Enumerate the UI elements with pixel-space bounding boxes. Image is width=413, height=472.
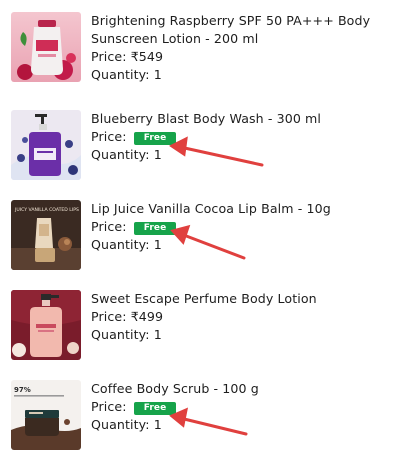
product-image: JUICY VANILLA COATED LIPS — [11, 200, 81, 270]
list-item: 97% Coffee Body Scrub - 100 g Price: Fre… — [11, 380, 406, 452]
price-label: Price: — [91, 49, 127, 64]
quantity-text: Quantity: 1 — [91, 417, 162, 432]
item-details: Coffee Body Scrub - 100 g Price: Free Qu… — [91, 380, 391, 434]
quantity-text: Quantity: 1 — [91, 327, 162, 342]
product-image: 97% — [11, 380, 81, 450]
image-caption: 97% — [14, 386, 31, 394]
order-items-list: Brightening Raspberry SPF 50 PA+++ Body … — [0, 0, 413, 472]
item-details: Lip Juice Vanilla Cocoa Lip Balm - 10g P… — [91, 200, 391, 254]
image-caption: JUICY VANILLA COATED LIPS — [14, 207, 79, 213]
list-item: JUICY VANILLA COATED LIPS Lip Juice Vani… — [11, 200, 406, 272]
price-value: ₹549 — [130, 49, 164, 64]
scrub-jar-icon: 97% — [11, 380, 81, 450]
price-row: Price: ₹549 — [91, 48, 391, 66]
product-name[interactable]: Brightening Raspberry SPF 50 PA+++ Body … — [91, 12, 391, 48]
list-item: Blueberry Blast Body Wash - 300 ml Price… — [11, 110, 406, 182]
product-name[interactable]: Sweet Escape Perfume Body Lotion — [91, 290, 391, 308]
price-value: ₹499 — [130, 309, 164, 324]
item-details: Sweet Escape Perfume Body Lotion Price: … — [91, 290, 391, 344]
price-row: Price: Free — [91, 128, 391, 146]
quantity-text: Quantity: 1 — [91, 67, 162, 82]
list-item: Sweet Escape Perfume Body Lotion Price: … — [11, 290, 406, 362]
sunscreen-bottle-icon — [11, 12, 81, 82]
list-item: Brightening Raspberry SPF 50 PA+++ Body … — [11, 12, 406, 84]
price-row: Price: Free — [91, 218, 391, 236]
item-details: Brightening Raspberry SPF 50 PA+++ Body … — [91, 12, 391, 84]
price-row: Price: Free — [91, 398, 391, 416]
free-badge: Free — [133, 402, 177, 415]
product-image — [11, 12, 81, 82]
product-name[interactable]: Blueberry Blast Body Wash - 300 ml — [91, 110, 391, 128]
lotion-pump-bottle-icon — [11, 290, 81, 360]
product-name[interactable]: Coffee Body Scrub - 100 g — [91, 380, 391, 398]
price-row: Price: ₹499 — [91, 308, 391, 326]
lip-balm-tube-icon: JUICY VANILLA COATED LIPS — [11, 200, 81, 270]
price-label: Price: — [91, 399, 127, 414]
price-label: Price: — [91, 309, 127, 324]
price-label: Price: — [91, 219, 127, 234]
free-badge: Free — [133, 222, 177, 235]
quantity-text: Quantity: 1 — [91, 147, 162, 162]
price-label: Price: — [91, 129, 127, 144]
body-wash-pump-bottle-icon — [11, 110, 81, 180]
product-image — [11, 290, 81, 360]
free-badge: Free — [133, 132, 177, 145]
quantity-text: Quantity: 1 — [91, 237, 162, 252]
product-name[interactable]: Lip Juice Vanilla Cocoa Lip Balm - 10g — [91, 200, 391, 218]
item-details: Blueberry Blast Body Wash - 300 ml Price… — [91, 110, 391, 164]
product-image — [11, 110, 81, 180]
